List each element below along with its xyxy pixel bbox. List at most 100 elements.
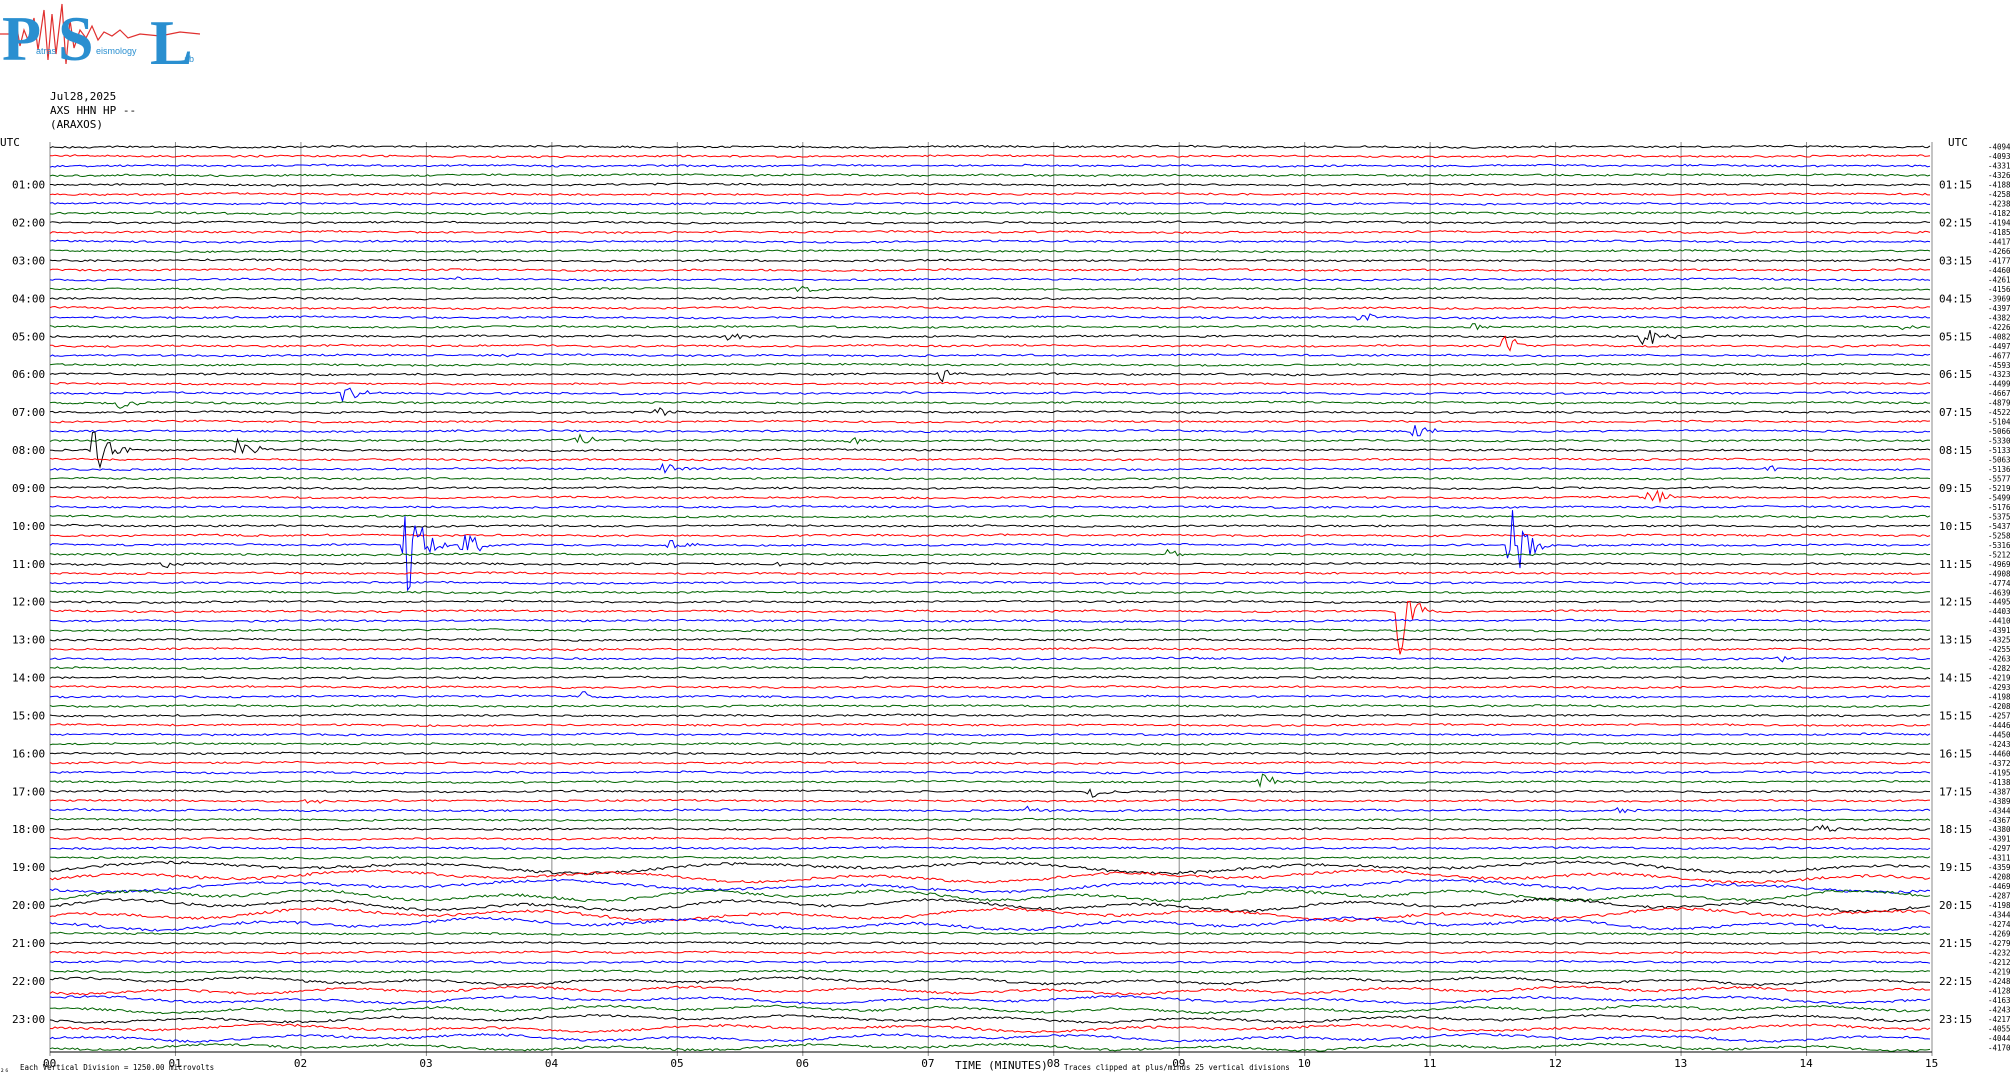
x-tick-08: 08 [1047, 1057, 1060, 1070]
trace-line-87 [49, 969, 1931, 974]
trace-offset-label: -4391 [1988, 626, 2010, 635]
trace-line-90 [49, 995, 1931, 1005]
trace-offset-label: -5176 [1988, 503, 2010, 512]
left-hour-label: 04:00 [12, 292, 45, 305]
trace-line-72 [49, 824, 1931, 832]
trace-line-27 [49, 400, 1931, 409]
left-hour-label: 12:00 [12, 596, 45, 609]
trace-offset-label: -4226 [1988, 323, 2010, 332]
trace-offset-label: -4212 [1988, 958, 2010, 967]
trace-offset-label: -4879 [1988, 399, 2010, 408]
x-axis-label: TIME (MINUTES) [955, 1059, 1048, 1072]
trace-line-36 [49, 485, 1931, 491]
trace-offset-label: -4156 [1988, 285, 2010, 294]
trace-offset-label: -4208 [1988, 873, 2010, 882]
trace-offset-label: -4293 [1988, 683, 2010, 692]
trace-line-71 [50, 817, 1931, 822]
trace-offset-label: -5499 [1988, 493, 2010, 502]
trace-offset-label: -4344 [1988, 806, 2010, 815]
trace-offset-label: -4198 [1988, 693, 2010, 702]
trace-offset-label: -3969 [1988, 294, 2010, 303]
trace-line-40 [49, 523, 1931, 528]
trace-line-58 [49, 691, 1931, 699]
trace-line-92 [49, 1013, 1931, 1024]
trace-offset-label: -4417 [1988, 238, 2010, 247]
left-hour-label: 18:00 [12, 823, 45, 836]
trace-line-13 [49, 267, 1930, 272]
right-hour-label: 21:15 [1939, 937, 1972, 950]
left-hour-label: 20:00 [12, 899, 45, 912]
trace-offset-label: -4263 [1988, 655, 2010, 664]
x-tick-15: 15 [1925, 1057, 1938, 1070]
x-tick-11: 11 [1423, 1057, 1436, 1070]
right-hour-label: 09:15 [1939, 482, 1972, 495]
trace-line-51 [49, 628, 1931, 633]
trace-line-57 [49, 685, 1930, 690]
trace-offset-label: -4248 [1988, 977, 2010, 986]
trace-group [49, 144, 1931, 1053]
right-hour-label: 13:15 [1939, 634, 1972, 647]
trace-offset-label: -4593 [1988, 361, 2010, 370]
trace-line-45 [49, 571, 1931, 576]
helicorder-chart: UTC UTC TIME (MINUTES) ₂₆ Each Vertical … [0, 136, 2010, 1074]
trace-line-56 [49, 675, 1931, 680]
trace-line-11 [49, 249, 1931, 254]
trace-offset-label: -4138 [1988, 778, 2010, 787]
trace-offset-label: -4372 [1988, 759, 2010, 768]
trace-offset-label: -4128 [1988, 986, 2010, 995]
trace-line-14 [49, 276, 1931, 282]
trace-line-84 [49, 941, 1931, 945]
trace-line-23 [49, 362, 1931, 367]
trace-offset-label: -4667 [1988, 389, 2010, 398]
left-hour-label: 06:00 [12, 368, 45, 381]
right-hour-label: 05:15 [1939, 330, 1972, 343]
trace-line-81 [49, 907, 1931, 923]
trace-line-25 [49, 381, 1931, 386]
trace-offset-label: -4391 [1988, 835, 2010, 844]
trace-offset-label: -5104 [1988, 418, 2010, 427]
trace-offset-label: -4255 [1988, 645, 2010, 654]
trace-offset-label: -4287 [1988, 892, 2010, 901]
trace-line-35 [49, 476, 1931, 481]
x-tick-14: 14 [1800, 1057, 1814, 1070]
trace-offset-label: -4969 [1988, 560, 2010, 569]
trace-line-68 [49, 788, 1931, 798]
trace-offset-label: -5136 [1988, 465, 2010, 474]
trace-offset-label: -4094 [1988, 143, 2010, 152]
right-hour-label: 02:15 [1939, 217, 1972, 230]
right-hour-label: 06:15 [1939, 368, 1972, 381]
x-tick-02: 02 [294, 1057, 307, 1070]
trace-line-48 [49, 599, 1931, 604]
trace-offset-label: -4297 [1988, 844, 2010, 853]
trace-line-28 [49, 407, 1931, 417]
trace-offset-label: -5437 [1988, 522, 2010, 531]
trace-line-94 [49, 1032, 1931, 1043]
trace-offset-label: -5316 [1988, 541, 2010, 550]
trace-line-30 [49, 425, 1931, 437]
trace-line-32 [49, 431, 1931, 470]
trace-offset-label: -4677 [1988, 351, 2010, 360]
trace-line-50 [49, 618, 1931, 623]
trace-line-74 [49, 846, 1931, 851]
trace-line-54 [49, 655, 1931, 663]
trace-line-33 [49, 457, 1931, 462]
left-hour-label: 03:00 [12, 254, 45, 267]
x-tick-12: 12 [1549, 1057, 1562, 1070]
right-hour-label: 17:15 [1939, 785, 1972, 798]
trace-line-44 [49, 561, 1931, 569]
trace-line-60 [49, 713, 1931, 718]
trace-line-91 [50, 1004, 1931, 1015]
trace-line-19 [49, 323, 1931, 331]
trace-line-24 [49, 369, 1931, 383]
x-tick-13: 13 [1674, 1057, 1687, 1070]
left-hour-label: 23:00 [12, 1013, 45, 1026]
trace-line-63 [49, 741, 1931, 746]
trace-line-29 [49, 419, 1931, 424]
trace-line-0 [49, 144, 1931, 149]
trace-line-67 [49, 773, 1931, 788]
trace-line-46 [49, 580, 1931, 585]
x-tick-06: 06 [796, 1057, 809, 1070]
trace-line-77 [49, 868, 1931, 884]
x-tick-00: 00 [43, 1057, 56, 1070]
trace-line-49 [49, 600, 1931, 655]
